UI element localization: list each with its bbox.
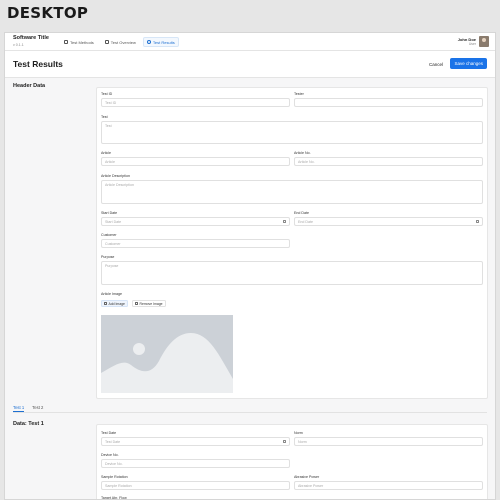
- header-data-title: Header Data: [13, 83, 46, 89]
- image-icon: [104, 302, 107, 305]
- article-image-placeholder: [101, 315, 233, 393]
- header-data-card: Test ID Test ID Tester Test Test Article…: [96, 87, 488, 399]
- article-label: Article: [101, 151, 111, 155]
- page-title: Test Results: [13, 59, 63, 69]
- tab-test-1[interactable]: Test 1: [13, 405, 25, 412]
- article-no-input[interactable]: Article No.: [294, 157, 483, 166]
- article-no-label: Article No.: [294, 151, 311, 155]
- check-circle-icon: [146, 40, 151, 44]
- device-no-input[interactable]: Device No.: [101, 459, 290, 468]
- tester-select[interactable]: [294, 98, 483, 107]
- norm-label: Norm: [294, 431, 303, 435]
- test-label: Test: [101, 115, 108, 119]
- add-image-button[interactable]: Add Image: [101, 300, 128, 307]
- calendar-icon[interactable]: [282, 219, 286, 224]
- tab-label: Test Results: [152, 39, 175, 45]
- remove-image-button[interactable]: Remove Image: [132, 300, 166, 307]
- test-id-input[interactable]: Test ID: [101, 98, 290, 107]
- target-abr-flow-label: Target Abr. Flow: [101, 496, 127, 500]
- viewport-banner: DESKTOP: [7, 4, 89, 22]
- purpose-textarea[interactable]: Purpose: [101, 261, 483, 285]
- tab-test-overview[interactable]: Test Overview: [101, 37, 140, 47]
- trash-icon: [135, 302, 138, 305]
- tab-test-methods[interactable]: Test Methods: [60, 37, 98, 47]
- article-input[interactable]: Article: [101, 157, 290, 166]
- image-placeholder-icon: [101, 315, 233, 393]
- device-no-label: Device No.: [101, 453, 119, 457]
- cancel-button[interactable]: Cancel: [426, 59, 446, 69]
- test-date-input[interactable]: Test Date: [101, 437, 290, 446]
- tab-label: Test Overview: [110, 39, 136, 45]
- page-header: Test Results Cancel Save changes: [5, 51, 495, 78]
- top-bar: Software Title v 0.1.1 Test Methods Test…: [5, 33, 495, 51]
- app-version: v 0.1.1: [13, 43, 24, 47]
- article-description-textarea[interactable]: Article Description: [101, 180, 483, 204]
- abrasive-power-label: Abrasive Power: [294, 475, 320, 479]
- grid-icon: [104, 40, 109, 44]
- test-date-label: Test Date: [101, 431, 117, 435]
- calendar-icon[interactable]: [282, 439, 286, 444]
- tab-divider: [13, 412, 487, 413]
- tab-label: Test Methods: [70, 39, 94, 45]
- start-date-label: Start Date: [101, 211, 118, 215]
- tab-test-2[interactable]: Test 2: [32, 405, 43, 412]
- calendar-icon[interactable]: [475, 219, 479, 224]
- user-menu[interactable]: John Doe User: [458, 36, 489, 47]
- data-test-title: Data: Test 1: [13, 421, 44, 427]
- test-tabs: Test 1 Test 2: [13, 405, 43, 412]
- end-date-label: End Date: [294, 211, 309, 215]
- test-id-label: Test ID: [101, 92, 113, 96]
- avatar[interactable]: [479, 36, 489, 47]
- save-changes-button[interactable]: Save changes: [450, 58, 487, 69]
- purpose-label: Purpose: [101, 255, 115, 259]
- sample-rotation-label: Sample Rotation: [101, 475, 128, 479]
- customer-input[interactable]: Customer: [101, 239, 290, 248]
- tester-label: Tester: [294, 92, 304, 96]
- start-date-input[interactable]: Start Date: [101, 217, 290, 226]
- tab-test-results[interactable]: Test Results: [142, 37, 179, 47]
- main-nav: Test Methods Test Overview Test Results: [60, 37, 179, 47]
- sample-rotation-input[interactable]: Sample Rotation: [101, 481, 290, 490]
- test-data-card: Test Date Test Date Norm Norm Device No.…: [96, 424, 488, 500]
- abrasive-power-input[interactable]: Abrasive Power: [294, 481, 483, 490]
- list-icon: [64, 40, 68, 44]
- app-title: Software Title: [13, 35, 49, 41]
- end-date-input[interactable]: End Date: [294, 217, 483, 226]
- article-image-label: Article Image: [101, 292, 122, 296]
- customer-label: Customer: [101, 233, 117, 237]
- norm-input[interactable]: Norm: [294, 437, 483, 446]
- app-window: Software Title v 0.1.1 Test Methods Test…: [4, 32, 496, 500]
- user-role: User: [468, 42, 476, 46]
- article-description-label: Article Description: [101, 174, 130, 178]
- test-textarea[interactable]: Test: [101, 121, 483, 144]
